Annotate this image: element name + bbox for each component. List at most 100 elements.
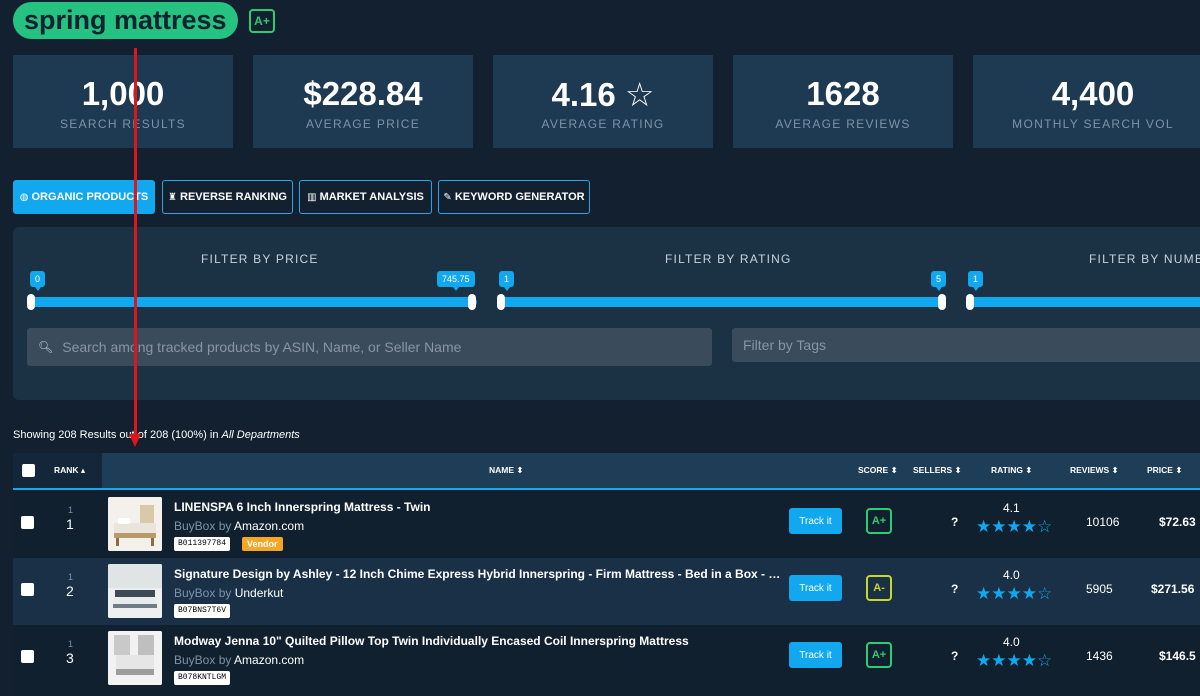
tab-label: ORGANIC PRODUCTS bbox=[31, 191, 149, 203]
buybox-seller[interactable]: Amazon.com bbox=[234, 653, 304, 667]
sellers-count: ? bbox=[951, 649, 959, 663]
stat-value: 1,000 bbox=[81, 75, 165, 112]
buybox-seller[interactable]: Amazon.com bbox=[234, 519, 304, 533]
price-min-tooltip: 0 bbox=[30, 271, 46, 291]
rank-number: 3 bbox=[66, 650, 74, 666]
column-header-rating[interactable]: RATING ⬍ bbox=[991, 453, 1032, 488]
filter-rating-title: FILTER BY RATING bbox=[665, 252, 792, 266]
annotation-arrow-head-icon bbox=[129, 434, 141, 447]
track-it-button[interactable]: Track it bbox=[789, 508, 842, 534]
product-name[interactable]: LINENSPA 6 Inch Innerspring Mattress - T… bbox=[174, 500, 430, 514]
filter-number-title: FILTER BY NUMBE bbox=[1089, 252, 1200, 266]
score-grade-badge: A+ bbox=[866, 508, 892, 534]
rating-value: 4.0 bbox=[1003, 568, 1020, 582]
reviews-count: 10106 bbox=[1086, 515, 1120, 529]
stat-card-search-results: 1,000 SEARCH RESULTS bbox=[13, 55, 233, 148]
row-select-checkbox[interactable] bbox=[21, 516, 34, 529]
rank-change: 1 bbox=[68, 639, 74, 649]
stat-value: 4.16 bbox=[551, 76, 616, 113]
asin-badge[interactable]: B078KNTLGM bbox=[174, 671, 231, 685]
price-value: $271.56 bbox=[1151, 582, 1195, 596]
track-it-button[interactable]: Track it bbox=[789, 642, 842, 668]
asin-badge[interactable]: B07BNS7T6V bbox=[174, 604, 231, 618]
rank-change: 1 bbox=[68, 572, 74, 582]
price-slider-track[interactable] bbox=[28, 297, 477, 307]
number-slider-track[interactable] bbox=[966, 297, 1200, 307]
buybox-info: BuyBox by Amazon.com bbox=[174, 519, 304, 533]
stat-card-monthly-search-volume: 4,400 MONTHLY SEARCH VOL bbox=[973, 55, 1200, 148]
asin-badge[interactable]: B011397784 bbox=[174, 537, 231, 551]
star-outline-icon: ☆ bbox=[624, 76, 655, 113]
sellers-count: ? bbox=[951, 515, 959, 529]
binoculars-icon: ♜ bbox=[168, 191, 177, 203]
keyword-title: spring mattress bbox=[13, 2, 238, 39]
globe-icon: ◍ bbox=[19, 191, 29, 203]
results-department: All Departments bbox=[221, 429, 300, 441]
product-thumbnail[interactable] bbox=[108, 631, 162, 685]
column-header-rank[interactable]: RANK ▴ bbox=[54, 453, 85, 488]
price-min-handle[interactable] bbox=[27, 294, 35, 310]
column-header-sellers[interactable]: SELLERS ⬍ bbox=[913, 453, 962, 488]
track-it-button[interactable]: Track it bbox=[789, 575, 842, 601]
tab-label: REVERSE RANKING bbox=[180, 191, 287, 203]
stat-label: SEARCH RESULTS bbox=[59, 117, 186, 131]
stat-card-average-reviews: 1628 AVERAGE REVIEWS bbox=[733, 55, 953, 148]
buybox-label: BuyBox by bbox=[174, 653, 235, 667]
filter-panel: FILTER BY PRICE FILTER BY RATING FILTER … bbox=[13, 227, 1200, 400]
table-row: 1 1 LINENSPA 6 Inch Innerspring Mattress… bbox=[13, 491, 1200, 558]
product-name[interactable]: Modway Jenna 10" Quilted Pillow Top Twin… bbox=[174, 634, 689, 648]
buybox-label: BuyBox by bbox=[174, 519, 235, 533]
buybox-info: BuyBox by Underkut bbox=[174, 586, 283, 600]
rating-min-handle[interactable] bbox=[497, 294, 505, 310]
number-min-handle[interactable] bbox=[966, 294, 974, 310]
table-header: RANK ▴ NAME ⬍ SCORE ⬍ SELLERS ⬍ RATING ⬍… bbox=[13, 453, 1200, 490]
stat-value-wrap: 4.16 ☆ bbox=[493, 75, 713, 114]
annotation-arrow-line bbox=[134, 48, 137, 436]
product-search-box: 🔍︎ bbox=[27, 328, 712, 366]
rank-number: 1 bbox=[66, 516, 74, 532]
price-value: $146.5 bbox=[1159, 649, 1196, 663]
mattress-image bbox=[108, 631, 162, 685]
buybox-seller[interactable]: Underkut bbox=[235, 586, 284, 600]
tab-label: KEYWORD GENERATOR bbox=[454, 191, 585, 203]
product-search-input[interactable] bbox=[62, 339, 703, 355]
product-thumbnail[interactable] bbox=[108, 497, 162, 551]
row-select-checkbox[interactable] bbox=[21, 583, 34, 596]
column-header-price[interactable]: PRICE ⬍ bbox=[1147, 453, 1182, 488]
select-all-checkbox[interactable] bbox=[22, 464, 35, 477]
rating-max-handle[interactable] bbox=[938, 294, 946, 310]
mattress-image bbox=[108, 564, 162, 618]
rating-stars-icon: ★★★★☆ bbox=[976, 584, 1053, 603]
price-max-tooltip: 745.75 bbox=[437, 271, 475, 291]
reviews-count: 1436 bbox=[1086, 649, 1113, 663]
price-max-handle[interactable] bbox=[468, 294, 476, 310]
tab-reverse-ranking[interactable]: ♜ REVERSE RANKING bbox=[162, 180, 293, 214]
keyword-grade-badge: A+ bbox=[249, 9, 275, 33]
tab-market-analysis[interactable]: ▥ MARKET ANALYSIS bbox=[299, 180, 432, 214]
stat-card-average-price: $228.84 AVERAGE PRICE bbox=[253, 55, 473, 148]
tab-keyword-generator[interactable]: ✎ KEYWORD GENERATOR bbox=[438, 180, 590, 214]
rating-stars-icon: ★★★★☆ bbox=[976, 517, 1053, 536]
mattress-image bbox=[108, 497, 162, 551]
column-header-reviews[interactable]: REVIEWS ⬍ bbox=[1070, 453, 1119, 488]
product-name[interactable]: Signature Design by Ashley - 12 Inch Chi… bbox=[174, 567, 786, 581]
select-all-cell bbox=[13, 453, 42, 488]
stats-row: 1,000 SEARCH RESULTS $228.84 AVERAGE PRI… bbox=[13, 55, 1200, 148]
rating-slider-track[interactable] bbox=[497, 297, 946, 307]
magic-wand-icon: ✎ bbox=[443, 191, 452, 203]
score-grade-badge: A- bbox=[866, 575, 892, 601]
filter-price-title: FILTER BY PRICE bbox=[201, 252, 319, 266]
rank-change: 1 bbox=[68, 505, 74, 515]
column-header-name[interactable]: NAME ⬍ bbox=[489, 453, 524, 488]
number-min-tooltip: 1 bbox=[968, 271, 984, 291]
rating-value: 4.1 bbox=[1003, 501, 1020, 515]
row-select-checkbox[interactable] bbox=[21, 650, 34, 663]
vendor-badge: Vendor bbox=[242, 537, 283, 551]
reviews-count: 5905 bbox=[1086, 582, 1113, 596]
stat-value: 1628 bbox=[806, 75, 880, 112]
product-thumbnail[interactable] bbox=[108, 564, 162, 618]
tags-filter-input[interactable] bbox=[743, 337, 1183, 353]
price-value: $72.63 bbox=[1159, 515, 1196, 529]
column-header-score[interactable]: SCORE ⬍ bbox=[858, 453, 898, 488]
search-icon: 🔍︎ bbox=[38, 340, 54, 354]
